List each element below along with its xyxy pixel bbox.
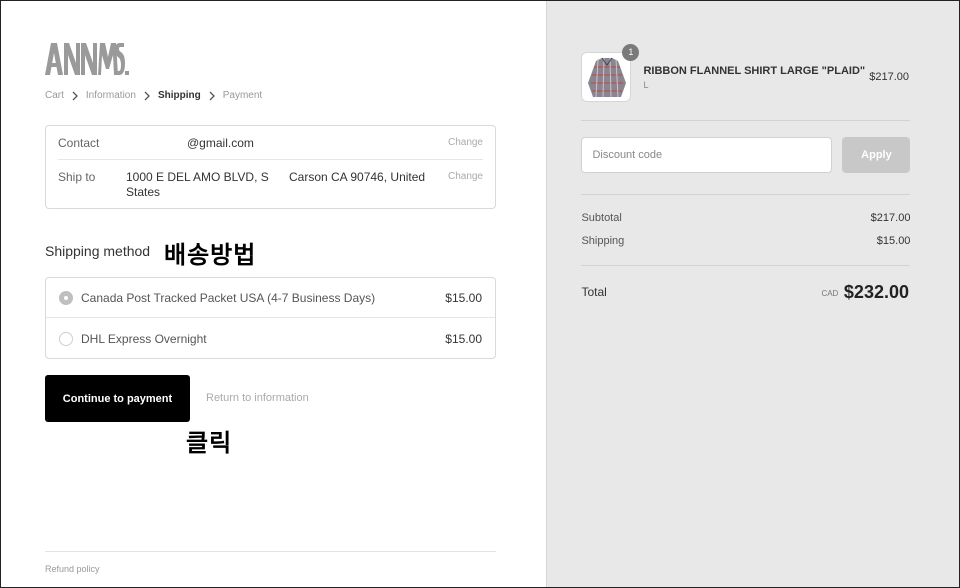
chevron-right-icon — [70, 91, 80, 101]
change-ship-to-link[interactable]: Change — [448, 171, 483, 182]
ship-to-address-line1b: States — [126, 185, 161, 199]
breadcrumb-payment: Payment — [222, 90, 263, 101]
product-name: RIBBON FLANNEL SHIRT LARGE "PLAID" — [643, 65, 866, 77]
radio-unselected-icon[interactable] — [59, 332, 73, 346]
contact-label: Contact — [58, 136, 100, 150]
breadcrumb: Cart Information Shipping Payment — [45, 90, 262, 101]
shipping-option-dhl[interactable]: DHL Express Overnight $15.00 — [46, 319, 495, 359]
checkout-window: Cart Information Shipping Payment Contac… — [0, 0, 960, 588]
breadcrumb-information[interactable]: Information — [86, 90, 136, 101]
breadcrumb-shipping: Shipping — [157, 90, 201, 101]
annotation-shipping-method: 배송방법 — [164, 241, 257, 269]
shipping-label: Shipping — [581, 235, 625, 247]
product-variant: L — [643, 80, 649, 90]
plaid-shirt-image — [582, 53, 631, 101]
summary-divider — [581, 194, 911, 195]
total-value: $232.00 — [843, 282, 909, 302]
annms-logo-mark — [45, 43, 129, 75]
refund-policy-link[interactable]: Refund policy — [45, 564, 100, 574]
review-contact-row: Contact @gmail.com Change — [58, 136, 483, 160]
radio-selected-icon[interactable] — [59, 291, 73, 305]
product-price: $217.00 — [869, 71, 909, 83]
return-to-information-link[interactable]: Return to information — [206, 392, 309, 404]
summary-divider — [581, 265, 911, 266]
shipping-options: Canada Post Tracked Packet USA (4-7 Busi… — [45, 277, 496, 359]
shipping-value: $15.00 — [876, 235, 911, 247]
continue-to-payment-button[interactable]: Continue to payment — [45, 375, 190, 422]
chevron-right-icon — [207, 91, 217, 101]
shipping-method-title: Shipping method — [45, 243, 151, 259]
brand-logo[interactable] — [45, 43, 129, 76]
footer-divider — [45, 551, 496, 552]
ship-to-address-line2: Carson CA 90746, United — [289, 170, 426, 184]
breadcrumb-cart[interactable]: Cart — [45, 90, 64, 101]
contact-value: @gmail.com — [187, 136, 254, 150]
subtotal-label: Subtotal — [581, 212, 622, 224]
shipping-option-canada-post[interactable]: Canada Post Tracked Packet USA (4-7 Busi… — [46, 278, 495, 318]
total-label: Total — [581, 285, 607, 299]
chevron-right-icon — [142, 91, 152, 101]
total-currency: CAD — [821, 289, 839, 298]
shipping-option-label: DHL Express Overnight — [81, 332, 207, 346]
quantity-badge: 1 — [622, 44, 640, 61]
change-contact-link[interactable]: Change — [448, 137, 483, 148]
shipping-option-price: $15.00 — [445, 332, 482, 346]
order-summary: 1 RIBBON FLANNEL SHIRT LARGE "PLAID" L $… — [546, 1, 959, 587]
apply-discount-button[interactable]: Apply — [842, 137, 911, 173]
subtotal-value: $217.00 — [870, 212, 911, 224]
ship-to-address-line1: 1000 E DEL AMO BLVD, S — [126, 170, 269, 184]
ship-to-label: Ship to — [58, 170, 96, 184]
review-box: Contact @gmail.com Change Ship to 1000 E… — [45, 125, 496, 209]
annotation-click: 클릭 — [186, 429, 233, 457]
shipping-option-label: Canada Post Tracked Packet USA (4-7 Busi… — [81, 291, 376, 305]
summary-divider — [581, 120, 911, 121]
checkout-main: Cart Information Shipping Payment Contac… — [1, 1, 547, 587]
shipping-option-price: $15.00 — [445, 291, 482, 305]
discount-code-input[interactable] — [581, 137, 833, 173]
product-thumbnail — [581, 52, 632, 102]
